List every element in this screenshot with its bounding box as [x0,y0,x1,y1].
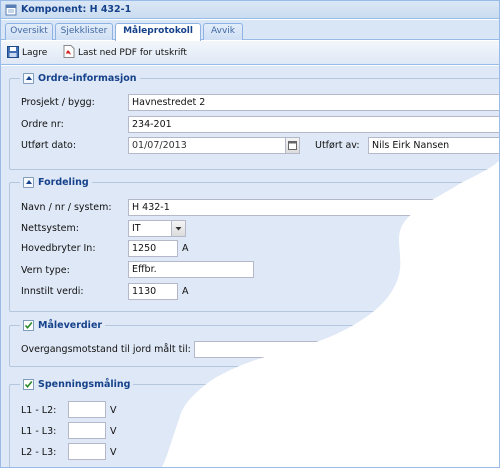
utfort-av-label: Utført av: [315,140,360,151]
innstilt-unit: A [182,286,189,297]
dato-field[interactable]: 01/07/2013 [128,137,300,154]
l2-l3-field[interactable] [68,443,106,460]
component-icon [5,4,17,16]
tab-sjekklister[interactable]: Sjekklister [55,23,113,40]
navn-label: Navn / nr / system: [21,202,112,213]
tab-maleprotokoll[interactable]: Måleprotokoll [115,23,201,41]
pdf-icon [63,45,78,61]
innstilt-label: Innstilt verdi: [21,286,84,297]
nettsystem-select[interactable]: IT [128,220,186,237]
toolbar: Lagre Last ned PDF for utskrift [1,41,499,65]
l1-l3-unit: V [110,426,117,437]
prosjekt-field[interactable]: Havnestredet 2 [128,94,499,111]
nettsystem-dropdown-button[interactable] [171,221,185,236]
maleverdier-checkbox[interactable] [23,320,34,331]
spenning-legend: Spenningsmåling [20,378,134,391]
save-icon [7,45,22,61]
innstilt-field[interactable]: 1130 [128,283,178,300]
window-title: Komponent: H 432-1 [21,4,132,15]
dato-value: 01/07/2013 [132,140,187,151]
spenning-checkbox[interactable] [23,379,34,390]
calendar-icon [288,141,297,150]
vern-type-field[interactable]: Effbr. [128,261,254,278]
maleverdier-legend: Måleverdier [20,319,106,332]
pdf-download-button[interactable]: Last ned PDF for utskrift [63,45,187,61]
spenning-legend-label: Spenningsmåling [38,379,131,390]
ordre-nr-label: Ordre nr: [21,119,64,130]
dato-label: Utført dato: [21,140,77,151]
hovedbryter-field[interactable]: 1250 [128,240,178,257]
fordeling-legend: Fordeling [20,176,92,189]
l1-l3-field[interactable] [68,422,106,439]
chevron-down-icon [175,227,182,231]
l1-l2-unit: V [110,405,117,416]
date-picker-button[interactable] [285,138,299,153]
l1-l2-field[interactable] [68,401,106,418]
ordre-legend: Ordre-informasjon [20,72,140,85]
l1-l3-label: L1 - L3: [21,426,57,437]
checkmark-icon [24,321,33,330]
navn-field[interactable]: H 432-1 [128,199,499,216]
tab-oversikt[interactable]: Oversikt [5,23,53,40]
collapse-toggle[interactable] [23,73,34,84]
component-window: Komponent: H 432-1 Oversikt Sjekklister … [0,0,500,468]
prosjekt-label: Prosjekt / bygg: [21,97,95,108]
overgang-field[interactable] [194,341,499,358]
tab-avvik[interactable]: Avvik [203,23,243,40]
fordeling-legend-label: Fordeling [38,177,89,188]
hovedbryter-label: Hovedbryter In: [21,243,96,254]
utfort-av-field[interactable]: Nils Eirk Nansen [368,137,499,154]
nettsystem-value: IT [132,223,141,234]
tab-bar: Oversikt Sjekklister Måleprotokoll Avvik [1,20,499,41]
pdf-label: Last ned PDF for utskrift [78,48,187,58]
save-label: Lagre [22,48,48,58]
maleverdier-legend-label: Måleverdier [38,320,103,331]
l1-l2-label: L1 - L2: [21,405,57,416]
nettsystem-label: Nettsystem: [21,223,79,234]
window-titlebar: Komponent: H 432-1 [1,1,499,19]
l2-l3-label: L2 - L3: [21,447,57,458]
overgang-label: Overgangsmotstand til jord målt til: [21,344,191,355]
vern-type-label: Vern type: [21,265,70,276]
ordre-legend-label: Ordre-informasjon [38,73,137,84]
hovedbryter-unit: A [182,243,189,254]
save-button[interactable]: Lagre [7,45,47,61]
checkmark-icon [24,380,33,389]
ordre-nr-field[interactable]: 234-201 [128,116,499,133]
form-panel: Ordre-informasjon Prosjekt / bygg: Havne… [1,66,499,467]
l2-l3-unit: V [110,447,117,458]
collapse-toggle[interactable] [23,177,34,188]
